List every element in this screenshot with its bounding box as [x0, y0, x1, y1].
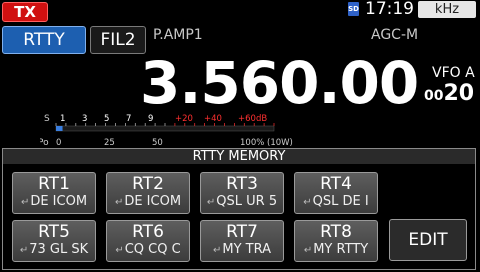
rt3-button[interactable]: RT3 ↵QSL UR 5	[200, 172, 284, 214]
meter-s-label: S	[44, 114, 50, 124]
clock: 17:19	[365, 0, 414, 19]
rt5-button[interactable]: RT5 ↵73 GL SK	[12, 220, 96, 262]
meter-s-tick-label: +60dB	[238, 114, 267, 124]
meter-s-tick-label: 5	[104, 114, 109, 124]
rt4-text: ↵QSL DE I	[303, 194, 369, 209]
rt7-button[interactable]: RT7 ↵MY TRA	[200, 220, 284, 262]
meter-s-tick-label: 7	[126, 114, 131, 124]
po-scale: 0 25 50 100% (10W)	[56, 138, 293, 148]
return-icon: ↵	[20, 197, 30, 208]
meter-s-tick-label: 1	[60, 114, 65, 124]
return-icon: ↵	[114, 197, 124, 208]
filter-button[interactable]: FIL2	[90, 26, 146, 54]
meter-s-tick-label: 9	[148, 114, 153, 124]
mode-button[interactable]: RTTY	[2, 26, 86, 54]
rt3-text: ↵QSL UR 5	[206, 194, 278, 209]
meter-s-tick-label: +20	[175, 114, 193, 124]
meter-po-tick-label: 0	[56, 138, 61, 148]
return-icon: ↵	[303, 197, 312, 208]
rt2-text: ↵DE ICOM	[114, 194, 182, 209]
rt7-title: RT7	[226, 222, 258, 242]
rt2-title: RT2	[132, 174, 164, 194]
return-icon: ↵	[206, 197, 216, 208]
rt1-text: ↵DE ICOM	[20, 194, 88, 209]
meter-s-tick-label: +40	[204, 114, 222, 124]
rt1-button[interactable]: RT1 ↵DE ICOM	[12, 172, 96, 214]
rtty-memory-title: RTTY MEMORY	[3, 149, 475, 164]
return-icon: ↵	[303, 245, 313, 256]
edit-button[interactable]: EDIT	[389, 219, 467, 261]
rt5-text: ↵73 GL SK	[19, 242, 89, 257]
return-icon: ↵	[19, 245, 29, 256]
agc-status: AGC-M	[371, 27, 419, 43]
return-icon: ↵	[212, 245, 222, 256]
rt6-title: RT6	[132, 222, 164, 242]
rt8-text: ↵MY RTTY	[303, 242, 369, 257]
s-scale: 1 3 5 7 9 +20 +40 +60dB	[60, 114, 267, 124]
rt5-title: RT5	[38, 222, 70, 242]
sd-card-icon: SD	[348, 2, 359, 16]
meter-track	[55, 125, 275, 132]
tx-indicator: TX	[2, 2, 48, 22]
rt4-title: RT4	[320, 174, 352, 194]
rt8-button[interactable]: RT8 ↵MY RTTY	[294, 220, 378, 262]
meter-po-tick-label: 100% (10W)	[240, 138, 293, 148]
rt6-button[interactable]: RT6 ↵CQ CQ C	[106, 220, 190, 262]
rt3-title: RT3	[226, 174, 258, 194]
frequency-display[interactable]: 3.560.00	[140, 48, 419, 118]
rt7-text: ↵MY TRA	[212, 242, 272, 257]
rt2-button[interactable]: RT2 ↵DE ICOM	[106, 172, 190, 214]
rt6-text: ↵CQ CQ C	[115, 242, 181, 257]
rt4-button[interactable]: RT4 ↵QSL DE I	[294, 172, 378, 214]
meter-bar	[56, 126, 63, 131]
rt8-title: RT8	[320, 222, 352, 242]
vfo-digits-large: 20	[443, 81, 475, 106]
vfo-digits-small: 00	[424, 88, 444, 104]
vfo-digits: 0020	[424, 81, 474, 106]
preamp-status: P.AMP1	[153, 27, 203, 43]
meter-s-tick-label: 3	[82, 114, 87, 124]
return-icon: ↵	[115, 245, 124, 256]
meter-po-label: Po	[40, 138, 49, 148]
khz-button[interactable]: kHz	[418, 1, 476, 18]
meter-po-tick-label: 25	[104, 138, 115, 148]
signal-meter: S 1 3 5 7 9 +20 +40 +60dB Po 0 25 50 100% (10W)	[40, 114, 293, 148]
meter-po-tick-label: 50	[152, 138, 163, 148]
vfo-label[interactable]: VFO A	[432, 65, 475, 81]
rt1-title: RT1	[38, 174, 70, 194]
